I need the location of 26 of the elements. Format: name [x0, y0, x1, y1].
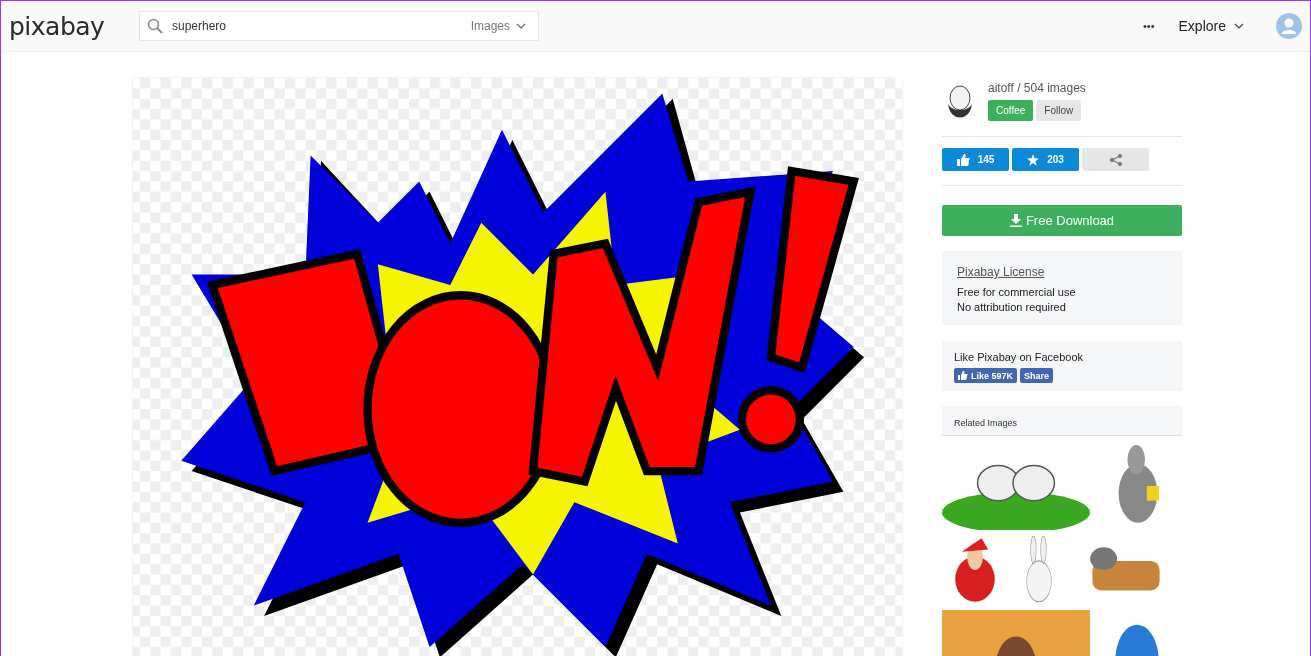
facebook-share-button[interactable]: Share — [1020, 368, 1054, 383]
facebook-like-button[interactable]: Like 597K — [954, 368, 1018, 383]
like-button[interactable]: 145 — [942, 148, 1009, 171]
author-name[interactable]: aitoff / 504 images — [988, 81, 1086, 95]
license-link[interactable]: Pixabay License — [957, 265, 1045, 279]
filter-dropdown[interactable]: Images — [470, 19, 526, 33]
facebook-text: Like Pixabay on Facebook — [954, 351, 1085, 363]
license-note: Free for commercial use — [957, 286, 1077, 298]
favorite-button[interactable]: 203 — [1012, 148, 1079, 171]
follow-button[interactable]: Follow — [1036, 100, 1082, 121]
license-note: No attribution required — [957, 301, 1067, 313]
user-icon[interactable] — [1276, 13, 1302, 39]
thumbs-up-icon — [958, 371, 968, 380]
logo[interactable]: pixabay — [9, 11, 139, 41]
star-icon — [1027, 153, 1040, 166]
more-button[interactable]: ••• — [1140, 18, 1157, 34]
share-button[interactable] — [1082, 148, 1149, 171]
search-icon — [147, 18, 163, 34]
caret-icon — [516, 23, 526, 29]
explore-menu[interactable]: Explore — [1176, 16, 1246, 36]
download-icon — [1009, 214, 1022, 227]
section-title: Related Images — [954, 418, 1018, 428]
caret-icon — [1234, 23, 1244, 29]
share-icon — [1109, 153, 1122, 166]
thumbs-up-icon — [956, 153, 970, 166]
search-field[interactable]: superhero Images — [139, 11, 539, 41]
